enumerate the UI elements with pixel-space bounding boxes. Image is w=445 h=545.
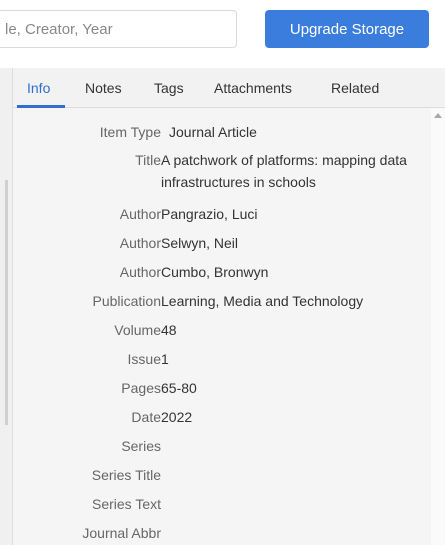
info-pane: Item Type Journal Article Title A patchw… [13,108,431,545]
tab-info[interactable]: Info [27,80,50,106]
field-value[interactable]: Selwyn, Neil [161,232,423,254]
item-tabs: Info Notes Tags Attachments Related [13,68,445,108]
search-input[interactable]: le, Creator, Year [0,10,237,48]
field-label: Series [121,438,161,454]
field-label: Series Title [91,467,161,483]
field-label: Volume [114,322,161,338]
field-label: Series Text [92,496,161,512]
tab-related[interactable]: Related [331,80,379,106]
field-value[interactable]: A patchwork of platforms: mapping data i… [161,149,423,193]
field-value[interactable]: Pangrazio, Luci [161,203,423,225]
field-value[interactable]: Learning, Media and Technology [161,290,423,312]
tab-attachments[interactable]: Attachments [214,80,292,106]
field-label: Author [119,206,161,222]
scroll-up-arrow-icon[interactable] [434,113,442,118]
field-value[interactable]: 65-80 [161,377,423,399]
field-label: Date [131,409,161,425]
field-label: Item Type [99,124,161,140]
field-label: Author [119,235,161,251]
pane-splitter[interactable] [5,180,8,425]
items-pane-edge [0,68,13,545]
tab-notes[interactable]: Notes [85,80,122,106]
field-label: Author [119,264,161,280]
field-label: Issue [127,351,161,367]
tab-tags[interactable]: Tags [154,80,184,106]
search-placeholder: le, Creator, Year [5,20,113,38]
field-value[interactable]: 2022 [161,406,423,428]
field-value[interactable]: Journal Article [169,121,431,143]
top-toolbar: le, Creator, Year Upgrade Storage [0,0,445,68]
field-value[interactable]: 48 [161,319,423,341]
field-label: Publication [92,293,162,309]
field-value[interactable]: Cumbo, Bronwyn [161,261,423,283]
field-label: Journal Abbr [82,525,161,541]
field-label: Pages [121,380,161,396]
field-label: Title [135,152,161,168]
upgrade-storage-button[interactable]: Upgrade Storage [265,10,429,48]
vertical-scrollbar[interactable] [431,108,445,545]
field-value[interactable]: 1 [161,348,423,370]
